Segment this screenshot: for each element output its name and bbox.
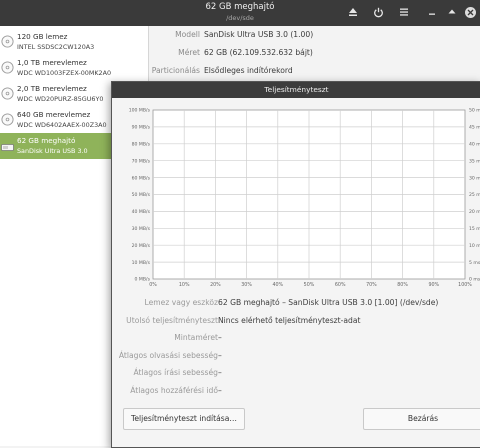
x-tick-label: 50% [304, 282, 315, 288]
y-right-tick-label: 25 ms [469, 192, 480, 198]
drive-info: Modell SanDisk Ultra USB 3.0 (1.00) Mére… [150, 30, 480, 84]
y-right-tick-label: 30 ms [469, 175, 480, 181]
y-right-tick-label: 10 ms [469, 243, 480, 249]
disk-name: 120 GB lemez [17, 32, 68, 41]
read-rate-value: – [218, 350, 222, 360]
y-right-tick-label: 15 ms [469, 226, 480, 232]
eject-icon[interactable] [345, 4, 361, 20]
y-left-tick-label: 60 MB/s [132, 175, 151, 181]
disk-icon [1, 35, 14, 48]
disk-icon [1, 113, 14, 126]
x-tick-label: 30% [241, 282, 252, 288]
write-rate-label: Átlagos írási sebesség [133, 368, 218, 377]
x-tick-label: 60% [335, 282, 346, 288]
y-left-tick-label: 30 MB/s [132, 226, 151, 232]
detail-row-last-benchmark: Utolsó teljesítményteszt Nincs elérhető … [112, 316, 480, 334]
model-value: SanDisk Ultra USB 3.0 (1.00) [204, 30, 314, 39]
y-left-tick-label: 0 MB/s [135, 277, 151, 283]
device-value: 62 GB meghajtó – SanDisk Ultra USB 3.0 [… [218, 298, 439, 307]
read-rate-label: Átlagos olvasási sebesség [118, 350, 218, 360]
model-label: Modell [175, 30, 200, 39]
x-tick-label: 70% [366, 282, 377, 288]
access-time-value: – [218, 385, 222, 395]
y-left-tick-label: 20 MB/s [132, 243, 151, 249]
partitioning-label: Particionálás [151, 66, 200, 75]
access-time-label: Átlagos hozzáférési idő [130, 385, 218, 395]
start-benchmark-button[interactable]: Teljesítményteszt indítása… [123, 408, 245, 430]
benchmark-chart-svg: 0% 10% 20% 30% 40% 50% 60% 70% 80% 90% 100% 0 MB/s 1… [129, 108, 480, 288]
detail-row-access-time: Átlagos hozzáférési idő – [112, 386, 480, 404]
y-right-tick-label: 5 ms [469, 260, 480, 266]
x-tick-label: 90% [428, 282, 439, 288]
x-tick-label: 0% [149, 282, 157, 288]
y-right-tick-label: 0 ms [469, 277, 480, 283]
benchmark-dialog: Teljesítményteszt 0% 10% 20% 30% 40% 50% 60% 70… [111, 81, 480, 448]
y-right-tick-label: 20 ms [469, 209, 480, 215]
disk-name: 1,0 TB merevlemez [17, 58, 87, 67]
maximize-icon[interactable] [444, 4, 460, 20]
disk-icon [1, 61, 14, 74]
detail-row-write-rate: Átlagos írási sebesség – [112, 368, 480, 386]
detail-row-read-rate: Átlagos olvasási sebesség – [112, 351, 480, 369]
benchmark-details: Lemez vagy eszköz 62 GB meghajtó – SanDi… [112, 298, 480, 403]
close-icon[interactable] [462, 4, 478, 20]
y-right-tick-label: 40 ms [469, 142, 480, 148]
last-benchmark-value: Nincs elérhető teljesítményteszt-adat [218, 315, 361, 325]
y-left-tick-label: 80 MB/s [132, 142, 151, 148]
y-right-tick-label: 35 ms [469, 158, 480, 164]
usb-drive-icon [1, 144, 14, 151]
size-value: 62 GB (62.109.532.632 bájt) [204, 48, 313, 57]
power-icon[interactable] [370, 4, 386, 20]
close-dialog-button[interactable]: Bezárás [363, 408, 480, 430]
x-tick-label: 40% [272, 282, 283, 288]
sample-size-label: Mintaméret [174, 333, 218, 342]
disk-model: WDC WD1003FZEX-00MK2A0 [17, 69, 112, 77]
detail-row-sample-size: Mintaméret – [112, 333, 480, 351]
x-tick-label: 100% [458, 282, 472, 288]
y-left-tick-label: 70 MB/s [132, 158, 151, 164]
detail-row-device: Lemez vagy eszköz 62 GB meghajtó – SanDi… [112, 298, 480, 316]
y-left-tick-label: 100 MB/s [129, 108, 151, 114]
benchmark-chart: 0% 10% 20% 30% 40% 50% 60% 70% 80% 90% 100% 0 MB/s 1… [112, 99, 480, 295]
sample-size-value: – [218, 333, 222, 342]
x-tick-label: 20% [210, 282, 221, 288]
y-left-tick-label: 40 MB/s [132, 209, 151, 215]
last-benchmark-label: Utolsó teljesítményteszt [126, 315, 218, 325]
disk-model: INTEL SSDSC2CW120A3 [17, 43, 95, 51]
info-row-model: Modell SanDisk Ultra USB 3.0 (1.00) [150, 30, 480, 48]
menu-icon[interactable] [396, 4, 412, 20]
y-right-tick-label: 50 ms [469, 108, 480, 114]
disk-item-1tb[interactable]: 1,0 TB merevlemez WDC WD1003FZEX-00MK2A0 [0, 55, 148, 81]
y-left-tick-label: 90 MB/s [132, 125, 151, 131]
window-titlebar: 62 GB meghajtó /dev/sde [0, 0, 480, 26]
y-left-tick-label: 50 MB/s [132, 192, 151, 198]
x-tick-label: 80% [397, 282, 408, 288]
dialog-title: Teljesítményteszt [112, 82, 480, 98]
device-label: Lemez vagy eszköz [144, 298, 219, 307]
write-rate-value: – [218, 368, 222, 377]
disk-item-120gb[interactable]: 120 GB lemez INTEL SSDSC2CW120A3 [0, 29, 148, 55]
y-left-tick-label: 10 MB/s [132, 260, 151, 266]
x-tick-label: 10% [179, 282, 190, 288]
info-row-size: Méret 62 GB (62.109.532.632 bájt) [150, 48, 480, 66]
size-label: Méret [178, 48, 200, 57]
partitioning-value: Elsődleges indítórekord [204, 66, 293, 75]
y-right-tick-label: 45 ms [469, 125, 480, 131]
minimize-icon[interactable] [424, 4, 440, 20]
disk-icon [1, 87, 14, 100]
